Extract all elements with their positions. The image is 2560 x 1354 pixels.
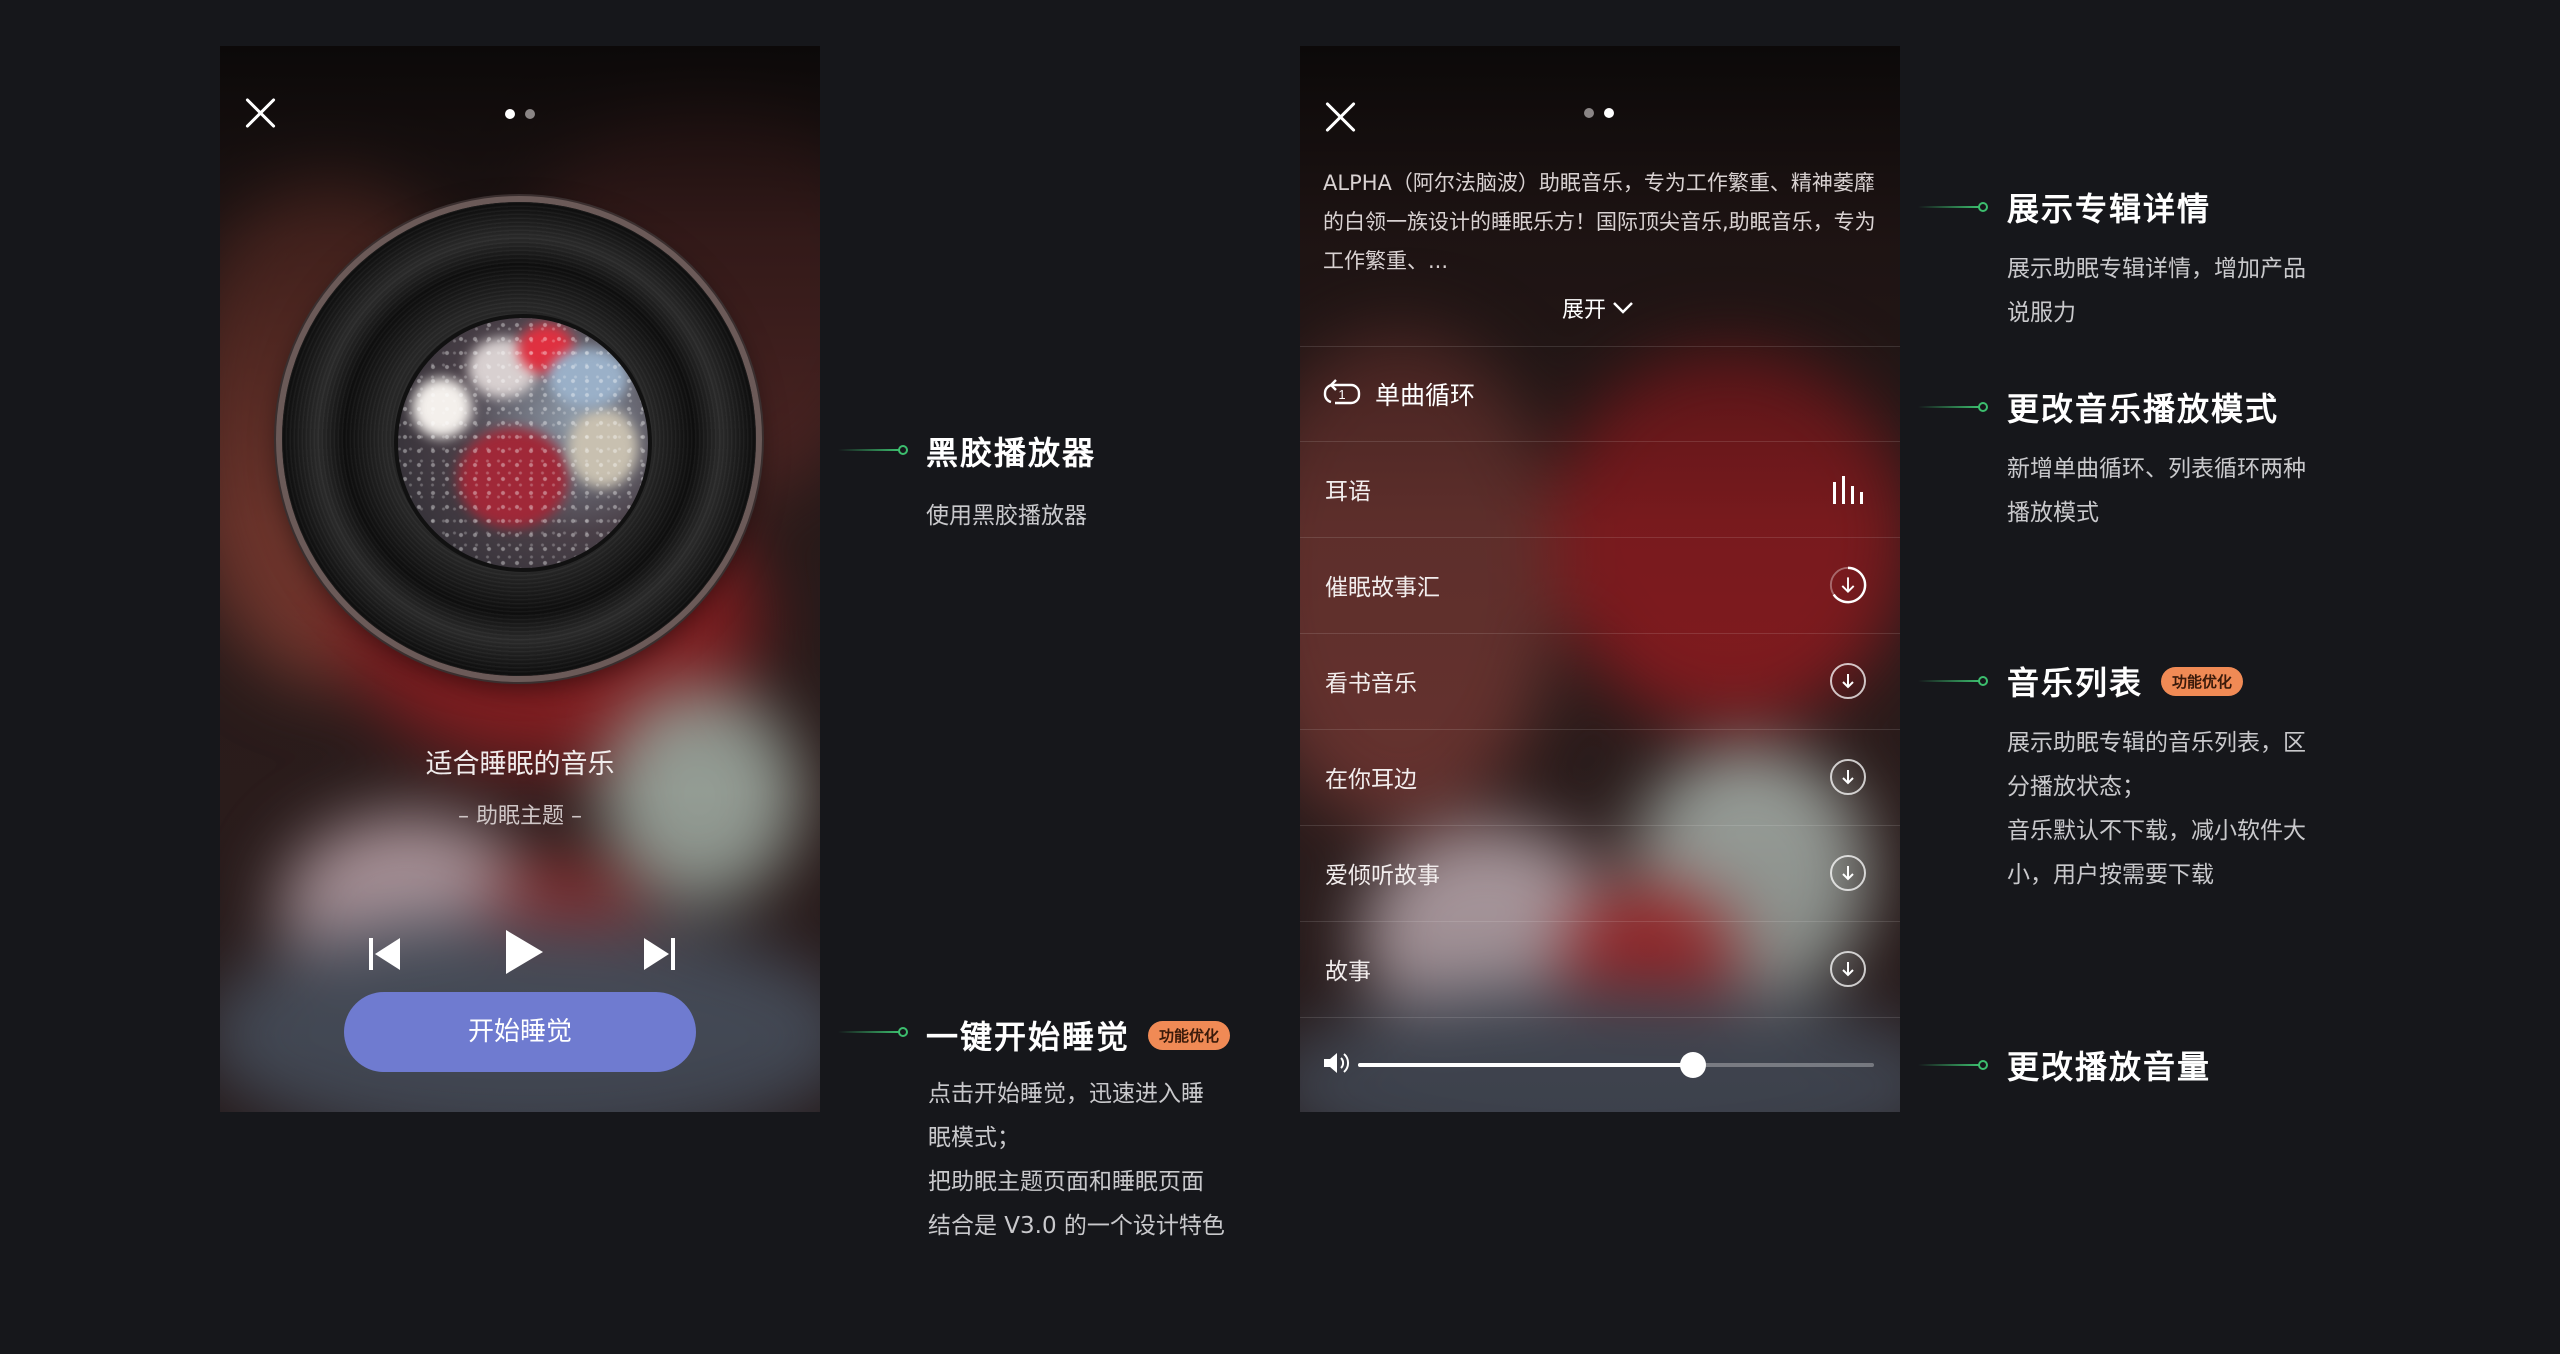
skip-next-icon[interactable] [642,936,676,972]
track-row[interactable]: 耳语 [1300,441,1900,537]
track-row[interactable]: 故事 [1300,921,1900,1017]
play-mode-toggle[interactable]: 1 单曲循环 [1323,376,1475,412]
album-description: ALPHA（阿尔法脑波）助眠音乐，专为工作繁重、精神萎靡的白领一族设计的睡眠乐方… [1323,171,1876,273]
annotation-body: 点击开始睡觉，迅速进入睡 眠模式； 把助眠主题页面和睡眠页面 结合是 V3.0 … [928,1072,1225,1248]
player-screen: 适合睡眠的音乐 – 助眠主题 – 开始睡觉 [220,46,820,1112]
album-cover [394,314,652,572]
feature-badge: 功能优化 [1148,1020,1231,1050]
track-row[interactable]: 看书音乐 [1300,633,1900,729]
download-icon[interactable] [1828,853,1868,893]
download-icon[interactable] [1828,757,1868,797]
svg-text:1: 1 [1338,387,1345,402]
annotation-title-text: 一键开始睡觉 [926,1018,1131,1056]
annotation-line: 分播放状态； [2007,774,2145,800]
track-row[interactable]: 催眠故事汇 [1300,537,1900,633]
start-sleep-button[interactable]: 开始睡觉 [344,992,696,1072]
track-title: 看书音乐 [1325,671,1417,697]
annotation-title-text: 音乐列表 [2007,664,2144,702]
track-title: 爱倾听故事 [1325,863,1440,889]
annotation-line: 音乐默认不下载，减小软件大 [2007,818,2306,844]
connector-line [838,1027,908,1037]
annotation-line: 播放模式 [2007,500,2099,526]
annotation-line: 新增单曲循环、列表循环两种 [2007,456,2306,482]
annotation-body: 使用黑胶播放器 [926,494,1087,538]
expand-button[interactable]: 展开 [1562,292,1634,324]
annotation-line: 点击开始睡觉，迅速进入睡 [928,1081,1204,1107]
track-title: 故事 [1325,959,1371,985]
divider [1300,1017,1900,1018]
page-dot-1[interactable] [505,109,515,119]
annotation-line: 眠模式； [928,1125,1020,1151]
page-indicator [505,109,535,119]
page-indicator [1584,108,1614,118]
connector-line [1918,402,1988,412]
song-title: 适合睡眠的音乐 [425,749,615,780]
page-dot-2[interactable] [525,109,535,119]
connector-line [1918,202,1988,212]
annotation-title-text: 更改音乐播放模式 [2007,390,2280,428]
equalizer-icon [1828,469,1868,509]
annotation-line: 结合是 V3.0 的一个设计特色 [928,1213,1225,1239]
play-mode-label: 单曲循环 [1375,381,1476,410]
volume-slider[interactable] [1358,1052,1874,1078]
annotation-body: 展示助眠专辑的音乐列表，区 分播放状态； 音乐默认不下载，减小软件大 小，用户按… [2007,721,2306,897]
track-title: 催眠故事汇 [1325,575,1440,601]
play-icon[interactable] [503,928,545,976]
vinyl-record[interactable] [282,202,756,676]
annotation-title: 更改音乐播放模式 [2007,384,2279,430]
track-row[interactable]: 爱倾听故事 [1300,825,1900,921]
connector-line [1918,1060,1988,1070]
volume-icon[interactable] [1322,1049,1350,1077]
annotation-title-text: 更改播放音量 [2007,1048,2212,1086]
chevron-down-icon [1613,302,1633,314]
page-dot-1[interactable] [1584,108,1594,118]
page-dot-2[interactable] [1604,108,1614,118]
annotation-title: 展示专辑详情 [2007,184,2211,230]
annotation-line: 使用黑胶播放器 [926,503,1087,529]
volume-fill [1358,1063,1694,1067]
annotation-title: 音乐列表 功能优化 [2007,658,2244,704]
annotation-line: 把助眠主题页面和睡眠页面 [928,1169,1204,1195]
song-subtitle: – 助眠主题 – [458,804,582,829]
download-icon[interactable] [1828,949,1868,989]
track-title: 在你耳边 [1325,767,1417,793]
close-icon[interactable] [1323,100,1357,134]
skip-previous-icon[interactable] [368,936,402,972]
annotation-title: 更改播放音量 [2007,1042,2211,1088]
annotation-line: 展示助眠专辑详情，增加产品 [2007,256,2306,282]
expand-label: 展开 [1562,298,1607,323]
track-title: 耳语 [1325,479,1371,505]
downloading-icon[interactable] [1828,565,1868,605]
annotation-title-text: 黑胶播放器 [926,434,1097,472]
track-row[interactable]: 在你耳边 [1300,729,1900,825]
annotation-body: 展示助眠专辑详情，增加产品 说服力 [2007,247,2306,335]
divider [1300,346,1900,347]
annotation-title-text: 展示专辑详情 [2007,190,2212,228]
connector-line [1918,676,1988,686]
annotation-line: 说服力 [2007,300,2076,326]
annotation-title: 一键开始睡觉 功能优化 [926,1012,1231,1058]
close-icon[interactable] [243,96,277,130]
album-detail-screen: ALPHA（阿尔法脑波）助眠音乐，专为工作繁重、精神萎靡的白领一族设计的睡眠乐方… [1300,46,1900,1112]
feature-badge: 功能优化 [2161,666,2244,696]
annotation-body: 新增单曲循环、列表循环两种 播放模式 [2007,447,2306,535]
connector-line [838,445,908,455]
annotation-line: 展示助眠专辑的音乐列表，区 [2007,730,2306,756]
annotation-title: 黑胶播放器 [926,428,1096,474]
annotation-line: 小，用户按需要下载 [2007,862,2214,888]
repeat-one-icon: 1 [1323,379,1361,405]
download-icon[interactable] [1828,661,1868,701]
